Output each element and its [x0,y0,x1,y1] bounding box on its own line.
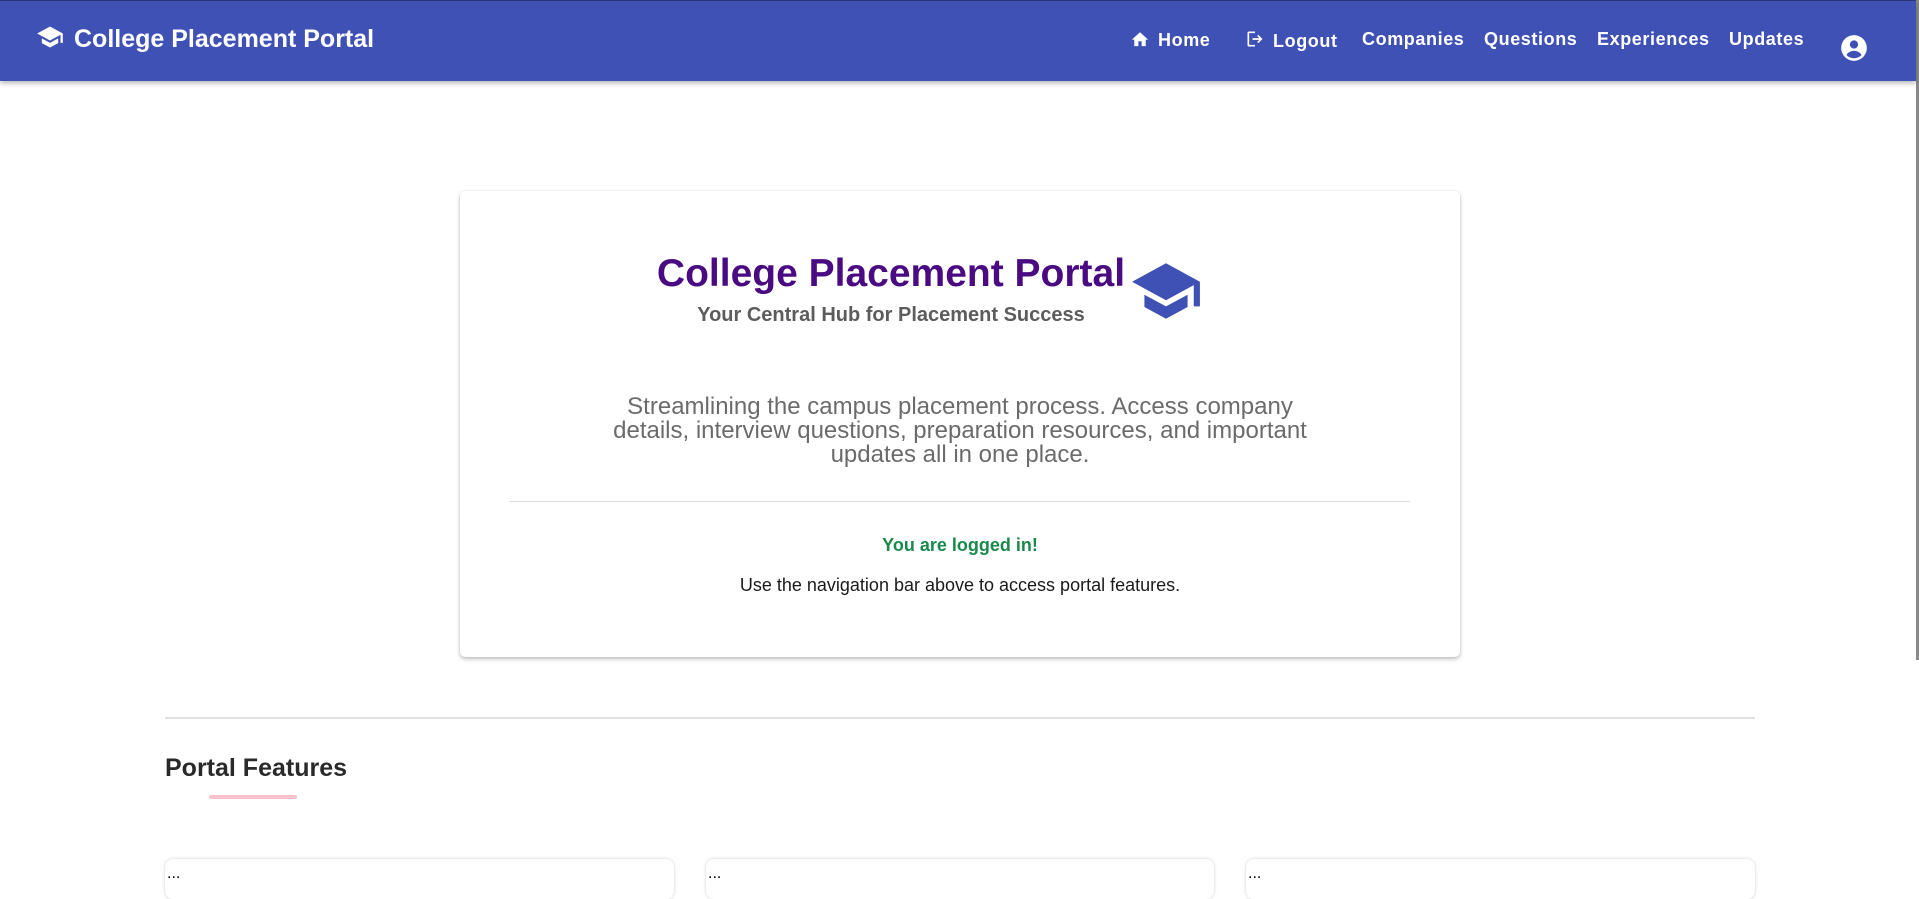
login-status: You are logged in! [882,535,1038,555]
nav-home[interactable]: Home [1130,29,1210,52]
navigation-hint: Use the navigation bar above to access p… [739,575,1181,595]
logout-icon [1245,29,1265,54]
feature-card[interactable]: ... [706,859,1214,899]
nav-questions-label: Questions [1484,29,1578,49]
nav-bar: Home Logout Companies Questions Experien… [0,29,1916,61]
nav-updates[interactable]: Updates [1729,29,1804,50]
nav-logout-label: Logout [1273,31,1338,51]
feature-card-text: ... [708,865,722,882]
app-bar: College Placement Portal Home Logout Com… [0,0,1916,81]
account-circle-icon [1840,34,1868,67]
hero-title-row: College Placement Portal Your Central Hu… [460,251,1460,328]
feature-card-text: ... [1248,865,1262,882]
graduation-cap-icon [1129,259,1203,328]
nav-logout[interactable]: Logout [1245,29,1338,54]
nav-home-label: Home [1158,30,1211,50]
hero-title: College Placement Portal [656,252,1126,295]
hero-description: Streamlining the campus placement proces… [613,393,1307,468]
account-button[interactable] [1840,34,1868,67]
nav-experiences-label: Experiences [1597,29,1710,49]
nav-questions[interactable]: Questions [1484,29,1577,50]
title-underline [209,795,297,799]
home-icon [1130,29,1150,52]
section-divider [165,717,1755,719]
nav-experiences[interactable]: Experiences [1597,29,1710,50]
feature-card[interactable]: ... [1246,859,1755,899]
hero-card: College Placement Portal Your Central Hu… [460,191,1460,657]
nav-companies[interactable]: Companies [1362,29,1464,50]
nav-companies-label: Companies [1362,29,1465,49]
divider [509,501,1410,502]
feature-card[interactable]: ... [165,859,674,899]
features-title: Portal Features [165,754,348,782]
hero-subtitle: Your Central Hub for Placement Success [697,303,1085,326]
nav-updates-label: Updates [1729,29,1805,49]
feature-card-text: ... [167,865,181,882]
